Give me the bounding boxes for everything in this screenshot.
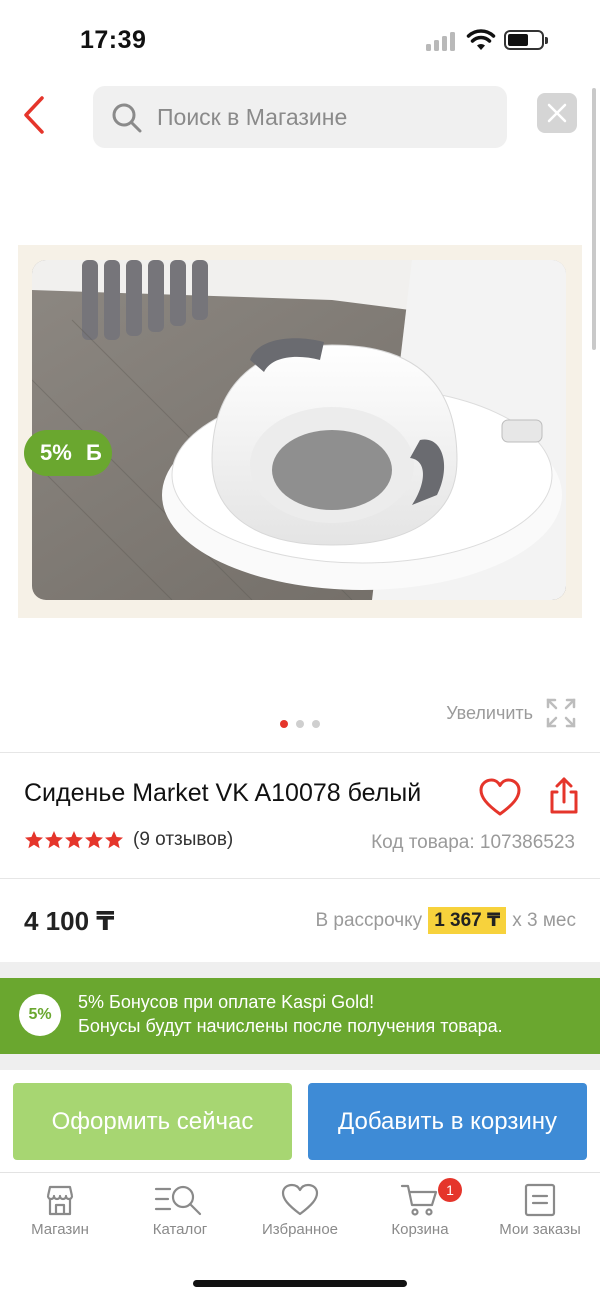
heart-icon bbox=[479, 778, 521, 816]
section-separator bbox=[0, 1054, 600, 1070]
status-time: 17:39 bbox=[80, 26, 147, 54]
tab-label: Магазин bbox=[31, 1221, 89, 1238]
clear-search-button[interactable] bbox=[537, 93, 577, 133]
bonus-circle: 5% bbox=[19, 994, 61, 1036]
zoom-label: Увеличить bbox=[446, 703, 533, 723]
chevron-left-icon bbox=[24, 96, 44, 134]
tab-store[interactable]: Магазин bbox=[0, 1183, 120, 1253]
bonus-currency-icon: Б bbox=[86, 440, 102, 465]
zoom-button[interactable]: Увеличить bbox=[441, 697, 577, 731]
tab-label: Корзина bbox=[391, 1221, 449, 1238]
home-indicator[interactable] bbox=[193, 1280, 407, 1287]
installment-amount: 1 367 ₸ bbox=[428, 907, 507, 934]
orders-icon bbox=[524, 1183, 556, 1217]
tab-label: Каталог bbox=[152, 1221, 208, 1238]
catalog-search-icon bbox=[154, 1185, 202, 1216]
product-title: Сиденье Market VK A10078 белый bbox=[24, 779, 422, 807]
bonus-banner: 5% 5% Бонусов при оплате Kaspi Gold! Бон… bbox=[0, 978, 600, 1054]
search-box[interactable] bbox=[93, 86, 507, 148]
product-image[interactable] bbox=[32, 260, 566, 600]
reviews-link[interactable]: (9 отзывов) bbox=[133, 829, 233, 851]
tab-catalog[interactable]: Каталог bbox=[120, 1183, 240, 1253]
star-icon bbox=[105, 831, 123, 849]
search-input[interactable] bbox=[157, 86, 497, 148]
star-icon bbox=[45, 831, 63, 849]
search-icon bbox=[112, 103, 142, 133]
favorite-button[interactable] bbox=[478, 778, 522, 818]
divider bbox=[0, 752, 600, 753]
cart-icon bbox=[400, 1184, 438, 1216]
tab-orders[interactable]: Мои заказы bbox=[480, 1183, 600, 1253]
installment-prefix: В рассрочку bbox=[315, 909, 423, 931]
tab-favorites[interactable]: Избранное bbox=[240, 1183, 360, 1253]
expand-icon bbox=[546, 698, 576, 728]
share-icon bbox=[550, 777, 578, 814]
slide-indicator bbox=[280, 720, 322, 730]
slide-dot[interactable] bbox=[296, 720, 304, 728]
battery-icon bbox=[504, 30, 548, 50]
star-icon bbox=[85, 831, 103, 849]
wifi-icon bbox=[466, 29, 496, 50]
slide-dot-active[interactable] bbox=[280, 720, 288, 728]
slide-dot[interactable] bbox=[312, 720, 320, 728]
star-icon bbox=[65, 831, 83, 849]
bonus-line-2: Бонусы будут начислены после получения т… bbox=[78, 1016, 503, 1036]
cart-count-badge: 1 bbox=[438, 1178, 462, 1202]
store-icon bbox=[46, 1185, 74, 1216]
bonus-badge: 5% Б bbox=[24, 430, 112, 476]
back-button[interactable] bbox=[18, 92, 54, 138]
bonus-badge-percent: 5% bbox=[40, 440, 72, 465]
add-to-cart-button[interactable]: Добавить в корзину bbox=[308, 1083, 587, 1160]
star-icon bbox=[25, 831, 43, 849]
section-separator bbox=[0, 962, 600, 978]
heart-icon bbox=[281, 1183, 319, 1216]
tab-label: Мои заказы bbox=[499, 1221, 581, 1238]
bonus-line-1: 5% Бонусов при оплате Kaspi Gold! bbox=[78, 992, 375, 1012]
divider bbox=[0, 878, 600, 879]
share-button[interactable] bbox=[548, 776, 580, 816]
close-icon bbox=[547, 103, 567, 123]
rating-stars bbox=[24, 830, 124, 850]
price: 4 100 ₸ bbox=[24, 906, 115, 936]
buy-now-button[interactable]: Оформить сейчас bbox=[13, 1083, 292, 1160]
installment-info[interactable]: В рассрочку 1 367 ₸ x 3 мес bbox=[315, 907, 576, 934]
signal-icon bbox=[426, 31, 458, 51]
installment-suffix: x 3 мес bbox=[512, 909, 576, 931]
tab-label: Избранное bbox=[261, 1221, 339, 1238]
scrollbar[interactable] bbox=[592, 88, 596, 350]
status-bar: 17:39 bbox=[0, 0, 600, 80]
product-code: Код товара: 107386523 bbox=[371, 832, 575, 853]
tab-cart[interactable]: Корзина bbox=[360, 1183, 480, 1253]
